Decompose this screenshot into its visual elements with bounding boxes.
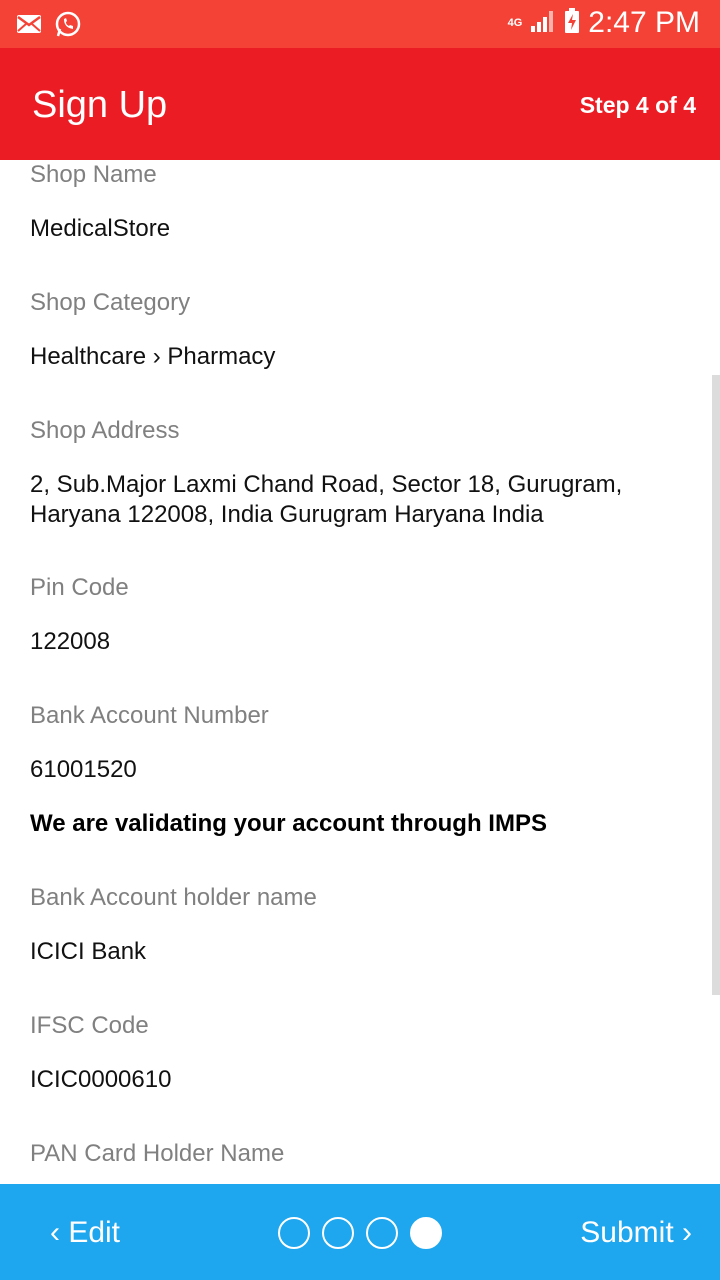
- scrollbar[interactable]: [712, 375, 720, 995]
- field-label: Bank Account Number: [30, 702, 269, 729]
- field-value: 122008: [30, 628, 111, 655]
- network-type: 4G: [507, 16, 523, 29]
- shop-category-field: Shop Category Healthcare › Pharmacy: [30, 288, 680, 372]
- field-label: Shop Address: [30, 417, 180, 444]
- bottom-nav-bar: ‹ Edit Submit ›: [0, 1184, 720, 1280]
- validation-note: We are validating your account through I…: [30, 810, 547, 837]
- field-label: Bank Account holder name: [30, 884, 317, 911]
- pan-card-holder-field: PAN Card Holder Name: [30, 1139, 680, 1169]
- field-label: Shop Category: [30, 289, 191, 316]
- edit-button[interactable]: ‹ Edit: [50, 1216, 120, 1250]
- field-value: MedicalStore: [30, 215, 171, 242]
- shop-address-field: Shop Address 2, Sub.Major Laxmi Chand Ro…: [30, 416, 680, 530]
- form-review[interactable]: Shop Name MedicalStore Shop Category Hea…: [0, 160, 720, 1184]
- whatsapp-icon: [54, 10, 82, 43]
- field-label: IFSC Code: [30, 1012, 149, 1039]
- field-value: 61001520: [30, 756, 137, 783]
- step-dot: [366, 1217, 398, 1249]
- battery-charging-icon: [564, 7, 580, 39]
- pin-code-field: Pin Code 122008: [30, 573, 680, 657]
- system-icons: 4G 2:47 PM: [508, 6, 700, 40]
- field-label: Shop Name: [30, 161, 157, 188]
- status-bar: 4G 2:47 PM: [0, 0, 720, 48]
- bank-account-holder-field: Bank Account holder name ICICI Bank: [30, 883, 680, 967]
- field-value: ICIC0000610: [30, 1066, 172, 1093]
- step-dot-active: [410, 1217, 442, 1249]
- notification-icons: [16, 10, 82, 43]
- submit-button[interactable]: Submit ›: [580, 1216, 692, 1250]
- field-value: 2, Sub.Major Laxmi Chand Road, Sector 18…: [30, 471, 623, 528]
- ifsc-code-field: IFSC Code ICIC0000610: [30, 1011, 680, 1095]
- field-value: ICICI Bank: [30, 938, 147, 965]
- step-dots: [278, 1217, 442, 1249]
- field-value: Healthcare › Pharmacy: [30, 343, 276, 370]
- field-label: Pin Code: [30, 574, 129, 601]
- step-indicator: Step 4 of 4: [579, 92, 696, 118]
- field-label: PAN Card Holder Name: [30, 1140, 285, 1167]
- app-bar: Sign Up Step 4 of 4: [0, 48, 720, 160]
- signal-icon: [530, 9, 556, 38]
- shop-name-field: Shop Name MedicalStore: [30, 160, 680, 244]
- page-title: Sign Up: [32, 84, 168, 126]
- mail-icon: [16, 14, 42, 39]
- clock: 2:47 PM: [588, 6, 700, 39]
- step-dot: [278, 1217, 310, 1249]
- step-dot: [322, 1217, 354, 1249]
- bank-account-number-field: Bank Account Number 61001520 We are vali…: [30, 701, 680, 839]
